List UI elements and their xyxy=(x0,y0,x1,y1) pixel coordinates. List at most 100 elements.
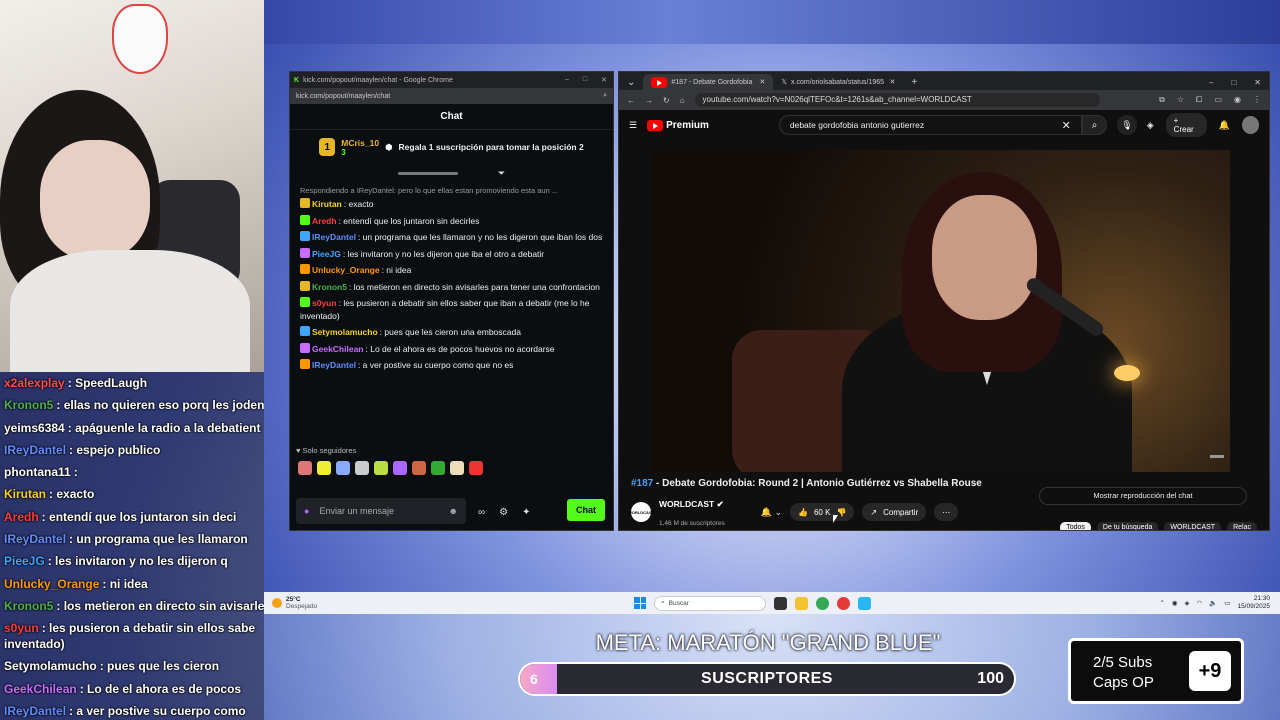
emote-icon[interactable] xyxy=(298,461,312,475)
extensions-icon[interactable]: ⧠ xyxy=(1196,95,1202,105)
zoom-icon[interactable]: ⌕ xyxy=(603,92,607,100)
youtube-window[interactable]: ⌄ #187 - Debate Gordofobia ✕ 𝕏 x.com/ori… xyxy=(618,71,1270,531)
emote-icon[interactable] xyxy=(317,461,331,475)
file-explorer-icon[interactable] xyxy=(795,596,808,610)
taskbar-search[interactable]: ⌕ Buscar xyxy=(654,595,766,611)
chat-message[interactable]: IReyDantel: un programa que les llamaron… xyxy=(300,231,605,244)
chat-message[interactable]: Unlucky_Orange: ni idea xyxy=(300,264,605,277)
chat-username[interactable]: Setymolamucho xyxy=(312,327,378,337)
emote-icon[interactable] xyxy=(412,461,426,475)
emoji-icon[interactable]: ☻ xyxy=(449,506,458,516)
emote-icon[interactable] xyxy=(450,461,464,475)
profile-icon[interactable]: ◉ xyxy=(1234,95,1241,105)
channel-avatar[interactable]: WORLDCAST xyxy=(628,502,654,522)
cast-icon[interactable]: ◈ xyxy=(1147,120,1154,131)
taskbar-clock[interactable]: 21:30 15/09/2025 xyxy=(1237,595,1270,611)
chat-message[interactable]: Kronon5: los metieron en directo sin avi… xyxy=(300,280,605,294)
chat-message[interactable]: Kirutan: exacto xyxy=(300,198,605,211)
tab-close-icon[interactable]: ✕ xyxy=(890,78,896,86)
channel-name[interactable]: WORLDCAST ✔ xyxy=(659,499,724,509)
address-bar[interactable]: youtube.com/watch?v=N026qlTEFOc&t=1261s&… xyxy=(694,93,1100,107)
chat-username[interactable]: s0yun xyxy=(312,298,337,308)
kick-chat-window[interactable]: K kick.com/popout/maaylen/chat - Google … xyxy=(289,71,614,531)
chat-username[interactable]: IReyDantel xyxy=(312,360,356,370)
task-view-icon[interactable] xyxy=(774,596,787,610)
youtube-search-input[interactable]: debate gordofobia antonio gutierrez ✕ xyxy=(778,115,1082,135)
bookmark-star-icon[interactable]: ☆ xyxy=(1177,95,1184,105)
tab-x[interactable]: 𝕏 x.com/oriolsabata/status/1965 ✕ xyxy=(773,74,903,90)
clear-search-icon[interactable]: ✕ xyxy=(1062,119,1071,132)
send-chat-button[interactable]: Chat xyxy=(567,499,605,521)
search-icon[interactable]: ⌕ xyxy=(1081,115,1108,135)
filter-chip[interactable]: Relac xyxy=(1227,522,1257,530)
chat-window-titlebar[interactable]: K kick.com/popout/maaylen/chat - Google … xyxy=(290,72,613,88)
youtube-logo[interactable]: Premium xyxy=(647,119,709,131)
account-avatar[interactable] xyxy=(1242,116,1259,134)
emote-bar[interactable] xyxy=(290,457,613,479)
mod-icon[interactable]: ✦ xyxy=(522,507,530,518)
tray-overflow-icon[interactable]: ⌃ xyxy=(1159,599,1164,607)
chat-message[interactable]: GeekChilean: Lo de el ahora es de pocos … xyxy=(300,342,605,356)
like-dislike-button[interactable]: 👍 60 K 👎 xyxy=(790,503,855,521)
emote-icon[interactable] xyxy=(393,461,407,475)
minimize-icon[interactable]: – xyxy=(1209,78,1213,87)
maximize-icon[interactable]: □ xyxy=(583,76,587,84)
points-icon[interactable]: ∞ xyxy=(478,507,485,518)
emote-icon[interactable] xyxy=(336,461,350,475)
settings-gear-icon[interactable]: ⚙ xyxy=(499,507,508,518)
video-title-hashtag[interactable]: #187 xyxy=(631,478,653,489)
forward-icon[interactable]: → xyxy=(645,96,653,105)
create-button[interactable]: + Crear xyxy=(1165,113,1207,137)
filter-chip[interactable]: De tu búsqueda xyxy=(1096,522,1159,530)
drag-handle[interactable] xyxy=(397,171,458,175)
chat-message[interactable]: Setymolamucho: pues que les cieron una e… xyxy=(300,326,605,339)
video-player[interactable] xyxy=(652,150,1230,472)
captions-icon[interactable] xyxy=(1210,455,1224,458)
back-icon[interactable]: ← xyxy=(627,96,635,105)
chat-username[interactable]: GeekChilean xyxy=(312,344,364,354)
chat-username[interactable]: Kirutan xyxy=(312,199,342,209)
reload-icon[interactable]: ↻ xyxy=(663,96,670,105)
chrome-icon[interactable] xyxy=(816,596,829,610)
volume-icon[interactable]: 🔈 xyxy=(1209,599,1217,607)
emote-icon[interactable] xyxy=(431,461,445,475)
chat-message[interactable]: s0yun: les pusieron a debatir sin ellos … xyxy=(300,297,605,322)
notifications-bell-icon[interactable]: 🔔 xyxy=(1219,120,1230,131)
home-icon[interactable]: ⌂ xyxy=(680,96,685,105)
tray-app-icon[interactable]: ◉ xyxy=(1172,599,1178,607)
minimize-icon[interactable]: – xyxy=(565,76,569,84)
chat-message[interactable]: PieeJG: les invitaron y no les dijeron q… xyxy=(300,247,605,261)
emote-icon[interactable] xyxy=(355,461,369,475)
wifi-icon[interactable]: ◠ xyxy=(1197,599,1203,607)
telegram-icon[interactable] xyxy=(858,596,871,610)
chat-username[interactable]: Unlucky_Orange xyxy=(312,265,380,275)
chat-username[interactable]: Aredh xyxy=(312,216,337,226)
chat-address-bar[interactable]: kick.com/popout/maaylen/chat ⌕ xyxy=(290,88,613,104)
filter-chip[interactable]: Todos xyxy=(1060,522,1091,530)
chat-username[interactable]: PieeJG xyxy=(312,249,341,259)
menu-dots-icon[interactable]: ⋮ xyxy=(1253,95,1261,105)
chat-message[interactable]: Aredh: entendí que los juntaron sin deci… xyxy=(300,214,605,228)
emote-icon[interactable] xyxy=(469,461,483,475)
show-chat-replay-button[interactable]: Mostrar reproducción del chat xyxy=(1039,487,1247,505)
maximize-icon[interactable]: □ xyxy=(1231,78,1236,87)
sidebar-icon[interactable]: ▭ xyxy=(1214,95,1222,105)
chat-message[interactable]: IReyDantel: a ver postive su cuerpo como… xyxy=(300,359,605,372)
filter-icon[interactable]: ⏷ xyxy=(498,168,505,179)
subscription-bell-icon[interactable]: 🔔 ⌄ xyxy=(761,507,782,518)
tab-youtube[interactable]: #187 - Debate Gordofobia ✕ xyxy=(643,74,774,90)
chat-message-input[interactable]: ● Enviar un mensaje ☻ xyxy=(296,498,466,524)
tray-app-icon[interactable]: ◈ xyxy=(1185,599,1190,607)
close-icon[interactable]: ✕ xyxy=(601,76,607,84)
battery-icon[interactable]: ▭ xyxy=(1224,599,1230,607)
filter-chip[interactable]: WORLDCAST xyxy=(1164,522,1222,530)
install-icon[interactable]: ⧉ xyxy=(1159,95,1165,105)
tab-close-icon[interactable]: ✕ xyxy=(760,78,766,86)
chat-username[interactable]: IReyDantel xyxy=(312,232,356,242)
emote-icon[interactable] xyxy=(374,461,388,475)
more-actions-button[interactable]: ⋯ xyxy=(934,503,959,521)
close-icon[interactable]: ✕ xyxy=(1254,78,1261,87)
new-tab-icon[interactable]: + xyxy=(903,74,925,90)
hamburger-menu-icon[interactable]: ☰ xyxy=(629,120,637,131)
share-button[interactable]: ↗ Compartir xyxy=(862,503,927,521)
